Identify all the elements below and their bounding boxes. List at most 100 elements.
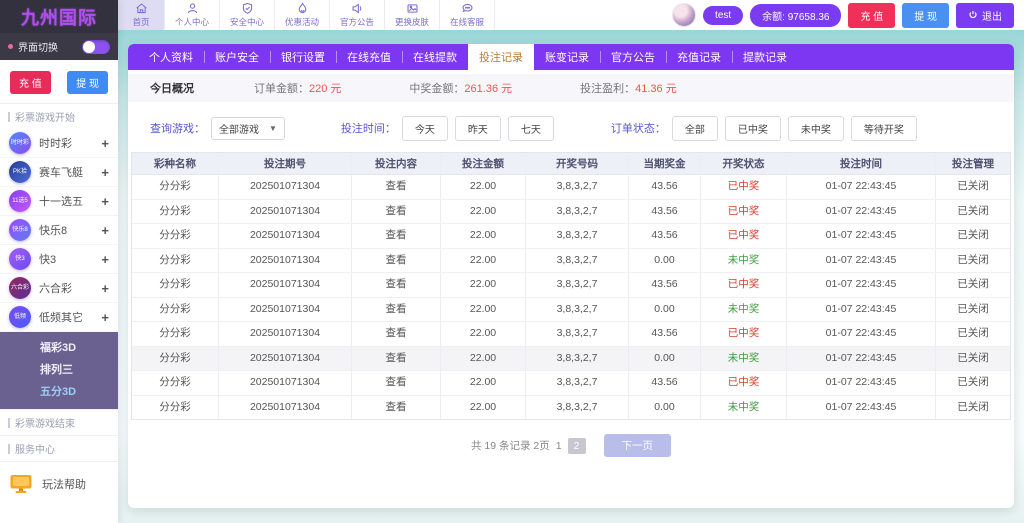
sidebar-withdraw-button[interactable]: 提 现	[67, 71, 108, 94]
cell-draw-numbers: 3,8,3,2,7	[526, 371, 629, 395]
submenu-item[interactable]: 福彩3D	[0, 337, 118, 359]
cell-amount: 22.00	[441, 298, 526, 322]
cell-bet-time: 01-07 22:43:45	[787, 347, 936, 371]
game-select[interactable]: 全部游戏 ▼	[211, 117, 285, 140]
logout-button[interactable]: 退出	[956, 3, 1014, 28]
tab[interactable]: 账变记录	[534, 44, 600, 70]
help-item[interactable]: 玩法帮助	[0, 461, 118, 506]
status-filter-button[interactable]: 未中奖	[788, 116, 844, 141]
nav-item-skin[interactable]: 更换皮肤	[385, 0, 440, 30]
nav-item-promotions[interactable]: 优惠活动	[275, 0, 330, 30]
time-filter-button[interactable]: 昨天	[455, 116, 501, 141]
interface-toggle[interactable]	[82, 40, 110, 54]
sidebar-game-item[interactable]: 时时彩 时时彩 +	[0, 129, 118, 158]
cell-status: 未中奖	[701, 396, 787, 420]
expand-plus-icon[interactable]: +	[101, 136, 109, 151]
game-submenu: 福彩3D 排列三 五分3D	[0, 332, 118, 409]
sidebar-game-item[interactable]: 六合彩 六合彩 +	[0, 274, 118, 303]
section-games-start: 彩票游戏开始	[0, 103, 118, 129]
cell-draw-numbers: 3,8,3,2,7	[526, 200, 629, 224]
status-filter-button[interactable]: 全部	[672, 116, 718, 141]
status-filter-button[interactable]: 已中奖	[725, 116, 781, 141]
next-page-button[interactable]: 下一页	[604, 434, 672, 457]
nav-item-profile[interactable]: 个人中心	[165, 0, 220, 30]
tab[interactable]: 提款记录	[732, 44, 798, 70]
submenu-item[interactable]: 排列三	[0, 359, 118, 381]
sidebar-game-item[interactable]: 快乐8 快乐8 +	[0, 216, 118, 245]
expand-plus-icon[interactable]: +	[101, 165, 109, 180]
username-pill[interactable]: test	[703, 6, 743, 25]
tab[interactable]: 个人资料	[138, 44, 204, 70]
view-content-link[interactable]: 查看	[352, 175, 441, 199]
time-filter-button[interactable]: 今天	[402, 116, 448, 141]
tab[interactable]: 充值记录	[666, 44, 732, 70]
nav-item-announcements[interactable]: 官方公告	[330, 0, 385, 30]
nav-label: 个人中心	[175, 16, 209, 28]
game-label: 低频其它	[39, 309, 83, 325]
game-menu: 时时彩 时时彩 + PK拾 赛车飞艇 + 11选5 十一选五 + 快乐	[0, 129, 118, 332]
sidebar-game-item[interactable]: 11选5 十一选五 +	[0, 187, 118, 216]
cell-bet-time: 01-07 22:43:45	[787, 298, 936, 322]
cell-status: 已中奖	[701, 200, 787, 224]
page-2-button[interactable]: 2	[568, 438, 586, 454]
expand-plus-icon[interactable]: +	[101, 223, 109, 238]
nav-item-home[interactable]: 首页	[118, 0, 165, 30]
view-content-link[interactable]: 查看	[352, 298, 441, 322]
view-content-link[interactable]: 查看	[352, 273, 441, 297]
chat-icon	[461, 2, 474, 15]
tab[interactable]: 账户安全	[204, 44, 270, 70]
tab[interactable]: 在线充值	[336, 44, 402, 70]
sidebar-game-item[interactable]: 低频 低频其它 +	[0, 303, 118, 332]
status-filter-group: 全部已中奖未中奖等待开奖	[672, 116, 924, 141]
time-filter-button[interactable]: 七天	[508, 116, 554, 141]
filter-status-label: 订单状态：	[611, 120, 666, 136]
tab-bar: 个人资料 账户安全 银行设置 在线充值 在线提款 投注记录 账变记录 官方公告 …	[128, 44, 1014, 70]
column-header: 开奖状态	[701, 153, 787, 175]
expand-plus-icon[interactable]: +	[101, 194, 109, 209]
brand-logo: 九州国际	[0, 0, 118, 33]
nav-label: 优惠活动	[285, 16, 319, 28]
view-content-link[interactable]: 查看	[352, 200, 441, 224]
game-label: 六合彩	[39, 280, 72, 296]
nav-item-security[interactable]: 安全中心	[220, 0, 275, 30]
cell-prize: 0.00	[629, 298, 701, 322]
cell-lottery-name: 分分彩	[132, 298, 219, 322]
summary-win: 中奖金额：261.36 元	[409, 80, 512, 96]
expand-plus-icon[interactable]: +	[101, 252, 109, 267]
view-content-link[interactable]: 查看	[352, 322, 441, 346]
view-content-link[interactable]: 查看	[352, 371, 441, 395]
submenu-item[interactable]: 五分3D	[0, 381, 118, 403]
sidebar-game-item[interactable]: PK拾 赛车飞艇 +	[0, 158, 118, 187]
view-content-link[interactable]: 查看	[352, 224, 441, 248]
cell-bet-time: 01-07 22:43:45	[787, 396, 936, 420]
expand-plus-icon[interactable]: +	[101, 310, 109, 325]
tab[interactable]: 投注记录	[468, 44, 534, 70]
view-content-link[interactable]: 查看	[352, 249, 441, 273]
view-content-link[interactable]: 查看	[352, 396, 441, 420]
topbar-recharge-button[interactable]: 充 值	[848, 3, 895, 28]
table-row: 分分彩 202501071304 查看 22.00 3,8,3,2,7 43.5…	[132, 371, 1010, 396]
nav-item-support[interactable]: 在线客服	[440, 0, 495, 30]
status-filter-button[interactable]: 等待开奖	[851, 116, 917, 141]
tab[interactable]: 银行设置	[270, 44, 336, 70]
sidebar-game-item[interactable]: 快3 快3 +	[0, 245, 118, 274]
cell-lottery-name: 分分彩	[132, 371, 219, 395]
table-row: 分分彩 202501071304 查看 22.00 3,8,3,2,7 0.00…	[132, 298, 1010, 323]
avatar[interactable]	[672, 3, 696, 27]
interface-switch-label: 界面切换	[18, 39, 58, 54]
cell-draw-numbers: 3,8,3,2,7	[526, 175, 629, 199]
view-content-link[interactable]: 查看	[352, 347, 441, 371]
table-row: 分分彩 202501071304 查看 22.00 3,8,3,2,7 43.5…	[132, 224, 1010, 249]
table-row: 分分彩 202501071304 查看 22.00 3,8,3,2,7 0.00…	[132, 396, 1010, 420]
sidebar-recharge-button[interactable]: 充 值	[10, 71, 51, 94]
shield-check-icon	[241, 2, 254, 15]
cell-status: 已中奖	[701, 224, 787, 248]
tab[interactable]: 官方公告	[600, 44, 666, 70]
tab[interactable]: 在线提款	[402, 44, 468, 70]
section-service: 服务中心	[0, 435, 118, 461]
home-icon	[135, 2, 148, 15]
expand-plus-icon[interactable]: +	[101, 281, 109, 296]
cell-prize: 43.56	[629, 175, 701, 199]
cell-lottery-name: 分分彩	[132, 249, 219, 273]
topbar-withdraw-button[interactable]: 提 现	[902, 3, 949, 28]
